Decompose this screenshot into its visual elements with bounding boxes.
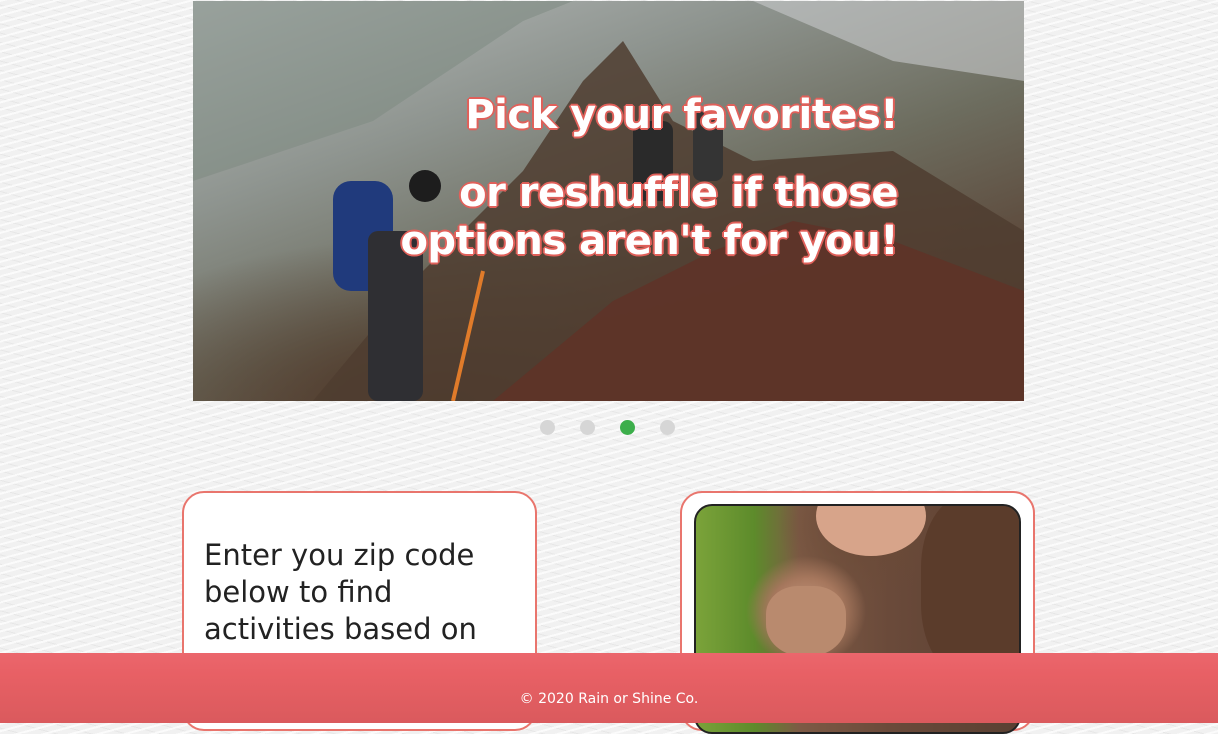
face-shape xyxy=(816,506,926,556)
footer-copyright: © 2020 Rain or Shine Co. xyxy=(519,691,699,707)
footer: © 2020 Rain or Shine Co. xyxy=(0,653,1218,723)
carousel-dot-4[interactable] xyxy=(660,420,675,435)
hero-headline: Pick your favorites! xyxy=(465,92,898,138)
carousel-dot-3[interactable] xyxy=(620,420,635,435)
carousel-dot-1[interactable] xyxy=(540,420,555,435)
clay-pot-shape xyxy=(766,586,846,656)
hair-shape xyxy=(921,506,1019,676)
zip-code-instructions: Enter you zip code below to find activit… xyxy=(204,538,477,646)
hero-subline: or reshuffle if those options aren't for… xyxy=(400,170,898,264)
hero-banner: Pick your favorites! or reshuffle if tho… xyxy=(193,1,1024,401)
carousel-dot-2[interactable] xyxy=(580,420,595,435)
